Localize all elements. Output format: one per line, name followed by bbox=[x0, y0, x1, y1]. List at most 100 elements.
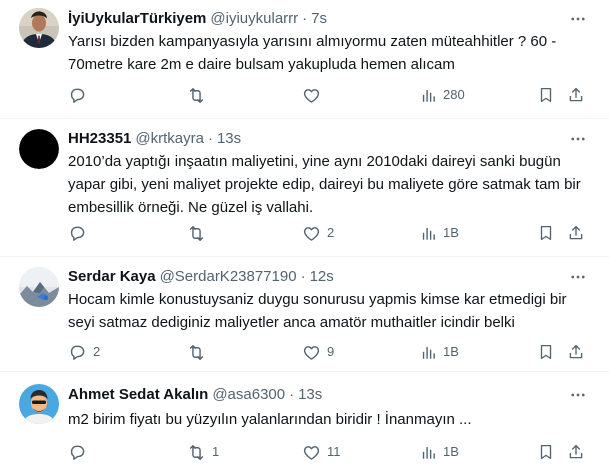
tweet[interactable]: Serdar Kaya @SerdarK23877190 · 12s Hocam… bbox=[0, 257, 609, 372]
separator-dot: · bbox=[302, 10, 308, 27]
profile-photo-icon bbox=[19, 8, 59, 48]
share-icon bbox=[567, 443, 585, 461]
bookmark-icon bbox=[537, 443, 555, 461]
avatar[interactable] bbox=[19, 129, 59, 169]
views-button[interactable]: 1B bbox=[420, 223, 459, 243]
tweet[interactable]: HH23351 @krtkayra · 13s 2010’da yaptığı … bbox=[0, 119, 609, 257]
views-count: 1B bbox=[443, 444, 459, 459]
avatar[interactable] bbox=[19, 267, 59, 307]
reply-button[interactable] bbox=[68, 223, 93, 243]
user-handle[interactable]: @krtkayra bbox=[135, 129, 204, 149]
repost-button[interactable] bbox=[187, 223, 212, 243]
views-count: 280 bbox=[443, 87, 465, 102]
views-icon bbox=[420, 87, 437, 104]
bookmark-icon bbox=[537, 224, 555, 242]
display-name[interactable]: Serdar Kaya bbox=[68, 267, 156, 287]
avatar[interactable] bbox=[19, 8, 59, 48]
repost-button[interactable] bbox=[187, 85, 212, 105]
timestamp[interactable]: 7s bbox=[311, 9, 327, 29]
views-count: 1B bbox=[443, 225, 459, 240]
repost-button[interactable]: 1 bbox=[187, 442, 219, 462]
tweet-header: Ahmet Sedat Akalın @asa6300 · 13s bbox=[68, 385, 322, 405]
more-icon bbox=[569, 10, 587, 28]
share-button[interactable] bbox=[567, 342, 585, 362]
reply-button[interactable]: 2 bbox=[68, 342, 100, 362]
reply-button[interactable] bbox=[68, 85, 93, 105]
repost-icon bbox=[187, 343, 206, 362]
timeline-feed: İyiUykularTürkiyem @iyiuykularrr · 7s Ya… bbox=[0, 0, 609, 473]
timestamp[interactable]: 12s bbox=[310, 267, 334, 287]
repost-icon bbox=[187, 443, 206, 462]
share-button[interactable] bbox=[567, 442, 585, 462]
more-options-button[interactable] bbox=[567, 267, 589, 287]
avatar[interactable] bbox=[19, 384, 59, 424]
tweet[interactable]: İyiUykularTürkiyem @iyiuykularrr · 7s Ya… bbox=[0, 0, 609, 119]
reply-count: 2 bbox=[93, 344, 101, 359]
repost-icon bbox=[187, 86, 206, 105]
tweet-header: Serdar Kaya @SerdarK23877190 · 12s bbox=[68, 267, 334, 287]
like-button[interactable]: 9 bbox=[302, 342, 334, 362]
more-options-button[interactable] bbox=[567, 9, 589, 29]
bookmark-button[interactable] bbox=[537, 342, 555, 362]
bookmark-button[interactable] bbox=[537, 442, 555, 462]
separator-dot: · bbox=[289, 386, 295, 403]
reply-icon bbox=[68, 343, 87, 362]
tweet-text: Yarısı bizden kampanyasıyla yarısını alm… bbox=[68, 33, 557, 73]
more-icon bbox=[569, 130, 587, 148]
share-icon bbox=[567, 343, 585, 361]
profile-photo-icon bbox=[19, 384, 59, 424]
share-icon bbox=[567, 224, 585, 242]
profile-photo-icon bbox=[19, 129, 59, 169]
like-count: 9 bbox=[327, 344, 335, 359]
views-icon bbox=[420, 225, 437, 242]
bookmark-icon bbox=[537, 86, 555, 104]
like-icon bbox=[302, 86, 321, 105]
timestamp[interactable]: 13s bbox=[298, 385, 322, 405]
share-icon bbox=[567, 86, 585, 104]
tweet-text: m2 birim fiyatı bu yüzyılın yalanlarında… bbox=[68, 411, 472, 428]
tweet-header: İyiUykularTürkiyem @iyiuykularrr · 7s bbox=[68, 9, 327, 29]
user-handle[interactable]: @iyiuykularrr bbox=[210, 9, 298, 29]
reply-icon bbox=[68, 224, 87, 243]
views-icon bbox=[420, 444, 437, 461]
like-icon bbox=[302, 443, 321, 462]
repost-icon bbox=[187, 224, 206, 243]
repost-button[interactable] bbox=[187, 342, 212, 362]
display-name[interactable]: HH23351 bbox=[68, 129, 131, 149]
display-name[interactable]: Ahmet Sedat Akalın bbox=[68, 385, 208, 405]
tweet[interactable]: Ahmet Sedat Akalın @asa6300 · 13s m2 bir… bbox=[0, 372, 609, 473]
more-options-button[interactable] bbox=[567, 385, 589, 405]
bookmark-button[interactable] bbox=[537, 223, 555, 243]
profile-photo-icon bbox=[19, 267, 59, 307]
display-name[interactable]: İyiUykularTürkiyem bbox=[68, 9, 206, 29]
timestamp[interactable]: 13s bbox=[217, 129, 241, 149]
views-count: 1B bbox=[443, 344, 459, 359]
like-count: 11 bbox=[327, 444, 341, 459]
user-handle[interactable]: @asa6300 bbox=[212, 385, 285, 405]
more-icon bbox=[569, 386, 587, 404]
views-icon bbox=[420, 344, 437, 361]
like-button[interactable] bbox=[302, 85, 327, 105]
tweet-header: HH23351 @krtkayra · 13s bbox=[68, 129, 241, 149]
separator-dot: · bbox=[300, 268, 306, 285]
more-options-button[interactable] bbox=[567, 129, 589, 149]
tweet-text: 2010’da yaptığı inşaatın maliyetini, yin… bbox=[68, 153, 581, 216]
reply-icon bbox=[68, 443, 87, 462]
bookmark-icon bbox=[537, 343, 555, 361]
share-button[interactable] bbox=[567, 85, 585, 105]
share-button[interactable] bbox=[567, 223, 585, 243]
separator-dot: · bbox=[207, 130, 213, 147]
views-button[interactable]: 1B bbox=[420, 442, 459, 462]
like-icon bbox=[302, 224, 321, 243]
like-button[interactable]: 11 bbox=[302, 442, 341, 462]
repost-count: 1 bbox=[212, 444, 220, 459]
bookmark-button[interactable] bbox=[537, 85, 555, 105]
reply-button[interactable] bbox=[68, 442, 93, 462]
like-icon bbox=[302, 343, 321, 362]
views-button[interactable]: 1B bbox=[420, 342, 459, 362]
like-button[interactable]: 2 bbox=[302, 223, 334, 243]
user-handle[interactable]: @SerdarK23877190 bbox=[160, 267, 297, 287]
views-button[interactable]: 280 bbox=[420, 85, 465, 105]
reply-icon bbox=[68, 86, 87, 105]
like-count: 2 bbox=[327, 225, 335, 240]
